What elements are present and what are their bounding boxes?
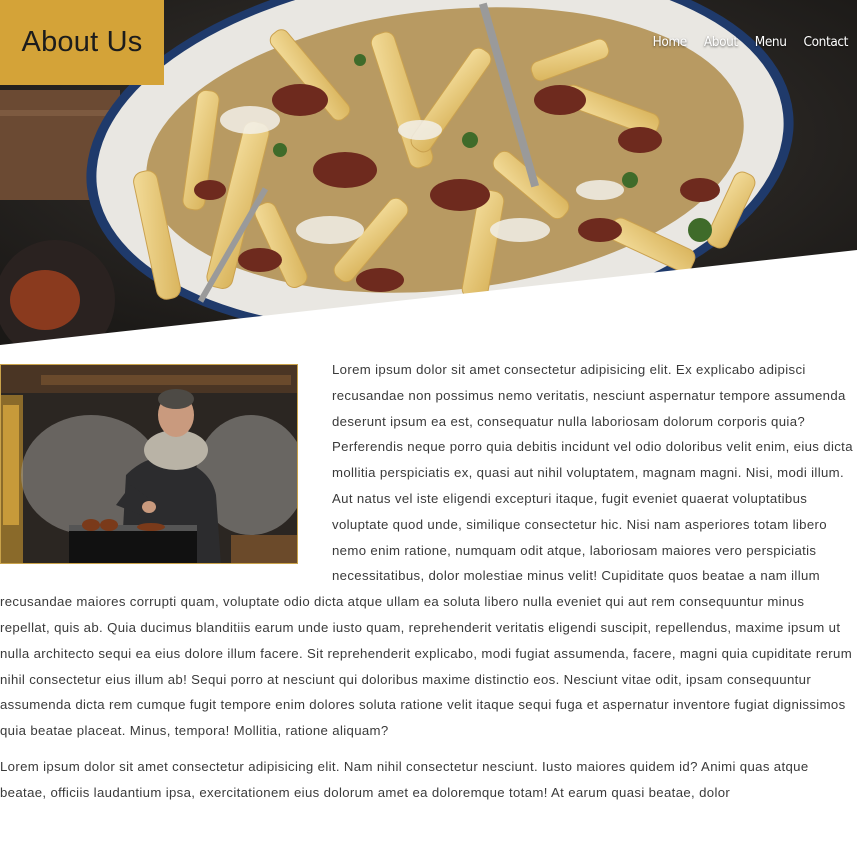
chef-photo <box>0 364 298 564</box>
nav-about[interactable]: About <box>704 34 738 50</box>
main-nav: Home About Menu Contact <box>653 34 849 50</box>
about-paragraph-2: Lorem ipsum dolor sit amet consectetur a… <box>0 758 809 800</box>
nav-contact[interactable]: Contact <box>804 34 849 50</box>
nav-menu[interactable]: Menu <box>755 34 787 50</box>
page-title: About Us <box>21 26 143 58</box>
chef-grilling-icon <box>1 365 297 563</box>
about-content: Lorem ipsum dolor sit amet consectetur a… <box>0 357 857 816</box>
nav-home[interactable]: Home <box>653 34 688 50</box>
page-title-box: About Us <box>0 0 164 85</box>
